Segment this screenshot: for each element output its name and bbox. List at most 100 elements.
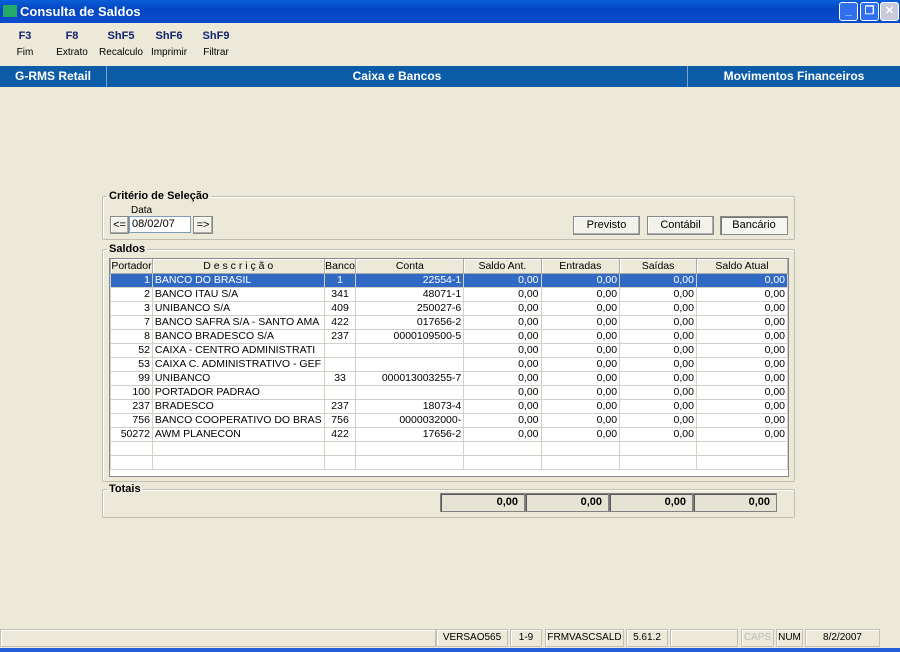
- table-cell: 237: [110, 398, 153, 414]
- module-name: Caixa e Bancos: [107, 66, 688, 87]
- filtrar-button[interactable]: ShF9 Filtrar: [191, 30, 241, 58]
- table-row[interactable]: [110, 454, 788, 470]
- status-empty: [670, 629, 738, 647]
- table-cell: 0,00: [695, 342, 788, 358]
- table-row[interactable]: 50272 AWM PLANECON 422 17656-2 0,00 0,00 0,00 0…: [110, 426, 788, 442]
- table-cell: 0,00: [540, 342, 621, 358]
- table-cell: [463, 454, 542, 470]
- key-label: ShF9: [202, 30, 230, 42]
- table-row[interactable]: 2 BANCO ITAU S/A 341 48071-1 0,00 0,00 0,00 0,0…: [110, 286, 788, 302]
- button-label: Filtrar: [203, 47, 229, 58]
- next-date-button[interactable]: =>: [193, 216, 213, 234]
- table-cell: 0,00: [695, 328, 788, 344]
- criteria-legend: Critério de Seleção: [109, 190, 209, 202]
- column-header[interactable]: Portador: [110, 259, 153, 274]
- total-saldo-ant: 0,00: [440, 493, 525, 512]
- table-row[interactable]: 237 BRADESCO 237 18073-4 0,00 0,00 0,00 0,00: [110, 398, 788, 414]
- table-cell: 99: [110, 370, 153, 386]
- table-cell: 0,00: [540, 300, 621, 316]
- table-cell: 0,00: [619, 412, 697, 428]
- table-cell: 422: [323, 314, 357, 330]
- table-row[interactable]: [110, 440, 788, 456]
- table-cell: 17656-2: [355, 426, 465, 442]
- table-row[interactable]: 3 UNIBANCO S/A 409 250027-6 0,00 0,00 0,00 0,00: [110, 300, 788, 316]
- table-cell: 0,00: [619, 286, 697, 302]
- table-row[interactable]: 52 CAIXA - CENTRO ADMINISTRATI 0,00 0,00 0,0…: [110, 342, 788, 358]
- table-cell: 0000032000-: [355, 412, 465, 428]
- table-cell: 237: [323, 398, 357, 414]
- table-row[interactable]: 1 BANCO DO BRASIL 1 22554-1 0,00 0,00 0,00 0,00: [110, 272, 788, 288]
- table-cell: 250027-6: [355, 300, 465, 316]
- table-cell: 0,00: [695, 412, 788, 428]
- table-row[interactable]: 53 CAIXA C. ADMINISTRATIVO - GEF 0,00 0,00 0…: [110, 356, 788, 372]
- table-cell: 53: [110, 356, 153, 372]
- date-input[interactable]: 08/02/07: [129, 216, 191, 233]
- table-row[interactable]: 8 BANCO BRADESCO S/A 237 0000109500-5 0,00 0,…: [110, 328, 788, 344]
- button-label: Imprimir: [150, 47, 188, 58]
- table-cell: BANCO BRADESCO S/A: [151, 328, 325, 344]
- recalculo-button[interactable]: ShF5 Recalculo: [96, 30, 146, 58]
- close-button[interactable]: ✕: [880, 2, 899, 21]
- table-cell: 756: [323, 412, 357, 428]
- column-header[interactable]: Saldo Ant.: [463, 259, 542, 274]
- column-header[interactable]: Saídas: [619, 259, 697, 274]
- table-cell: [323, 356, 357, 372]
- table-cell: 0,00: [695, 384, 788, 400]
- column-header[interactable]: Banco: [323, 259, 357, 274]
- table-cell: 0,00: [540, 356, 621, 372]
- table-row[interactable]: 100 PORTADOR PADRAO 0,00 0,00 0,00 0,00: [110, 384, 788, 400]
- table-cell: [323, 342, 357, 358]
- date-label: Data: [131, 205, 153, 216]
- status-date: 8/2/2007: [805, 629, 880, 647]
- table-cell: [110, 454, 153, 470]
- table-cell: [540, 440, 621, 456]
- table-cell: 422: [323, 426, 357, 442]
- table-cell: 0,00: [540, 272, 621, 288]
- key-label: F8: [65, 30, 79, 42]
- fim-button[interactable]: F3 Fim: [0, 30, 50, 58]
- column-header[interactable]: D e s c r i ç ã o: [151, 259, 325, 274]
- table-cell: 0,00: [463, 328, 542, 344]
- imprimir-button[interactable]: ShF6 Imprimir: [144, 30, 194, 58]
- table-row[interactable]: 99 UNIBANCO 33 000013003255-7 0,00 0,00 0,00 0,…: [110, 370, 788, 386]
- minimize-button[interactable]: _: [839, 2, 858, 21]
- table-cell: 0,00: [619, 370, 697, 386]
- table-cell: [355, 384, 465, 400]
- taskbar-strip: [0, 648, 900, 652]
- table-cell: 1: [110, 272, 153, 288]
- table-cell: 409: [323, 300, 357, 316]
- table-cell: UNIBANCO S/A: [151, 300, 325, 316]
- table-cell: 0,00: [540, 286, 621, 302]
- table-cell: 000013003255-7: [355, 370, 465, 386]
- previsto-button[interactable]: Previsto: [573, 216, 640, 235]
- caps-indicator: CAPS: [741, 629, 774, 647]
- maximize-button[interactable]: ❐: [860, 2, 879, 21]
- bancario-button[interactable]: Bancário: [720, 216, 788, 235]
- table-cell: PORTADOR PADRAO: [151, 384, 325, 400]
- column-header[interactable]: Conta: [355, 259, 465, 274]
- table-cell: 0,00: [695, 356, 788, 372]
- table-cell: 0,00: [463, 412, 542, 428]
- table-cell: 0,00: [619, 272, 697, 288]
- app-name: G-RMS Retail: [0, 66, 107, 87]
- column-header[interactable]: Entradas: [540, 259, 621, 274]
- table-cell: 0,00: [619, 328, 697, 344]
- app-icon: [3, 5, 17, 17]
- table-cell: 48071-1: [355, 286, 465, 302]
- window-title: Consulta de Saldos: [20, 4, 141, 19]
- button-label: Fim: [16, 47, 34, 58]
- table-cell: 017656-2: [355, 314, 465, 330]
- table-row[interactable]: 7 BANCO SAFRA S/A - SANTO AMA 422 017656-2 0…: [110, 314, 788, 330]
- table-row[interactable]: 756 BANCO COOPERATIVO DO BRAS 756 000003200…: [110, 412, 788, 428]
- function-name: Movimentos Financeiros: [723, 69, 865, 83]
- total-entradas: 0,00: [525, 493, 609, 512]
- table-cell: [619, 454, 697, 470]
- column-header[interactable]: Saldo Atual: [695, 259, 788, 274]
- table-cell: BRADESCO: [151, 398, 325, 414]
- table-cell: 0,00: [540, 398, 621, 414]
- previous-date-button[interactable]: <=: [110, 216, 129, 234]
- table-cell: 0,00: [463, 398, 542, 414]
- saldos-grid[interactable]: Portador D e s c r i ç ã o Banco Conta Saldo…: [109, 258, 789, 477]
- extrato-button[interactable]: F8 Extrato: [47, 30, 97, 58]
- contabil-button[interactable]: Contábil: [647, 216, 714, 235]
